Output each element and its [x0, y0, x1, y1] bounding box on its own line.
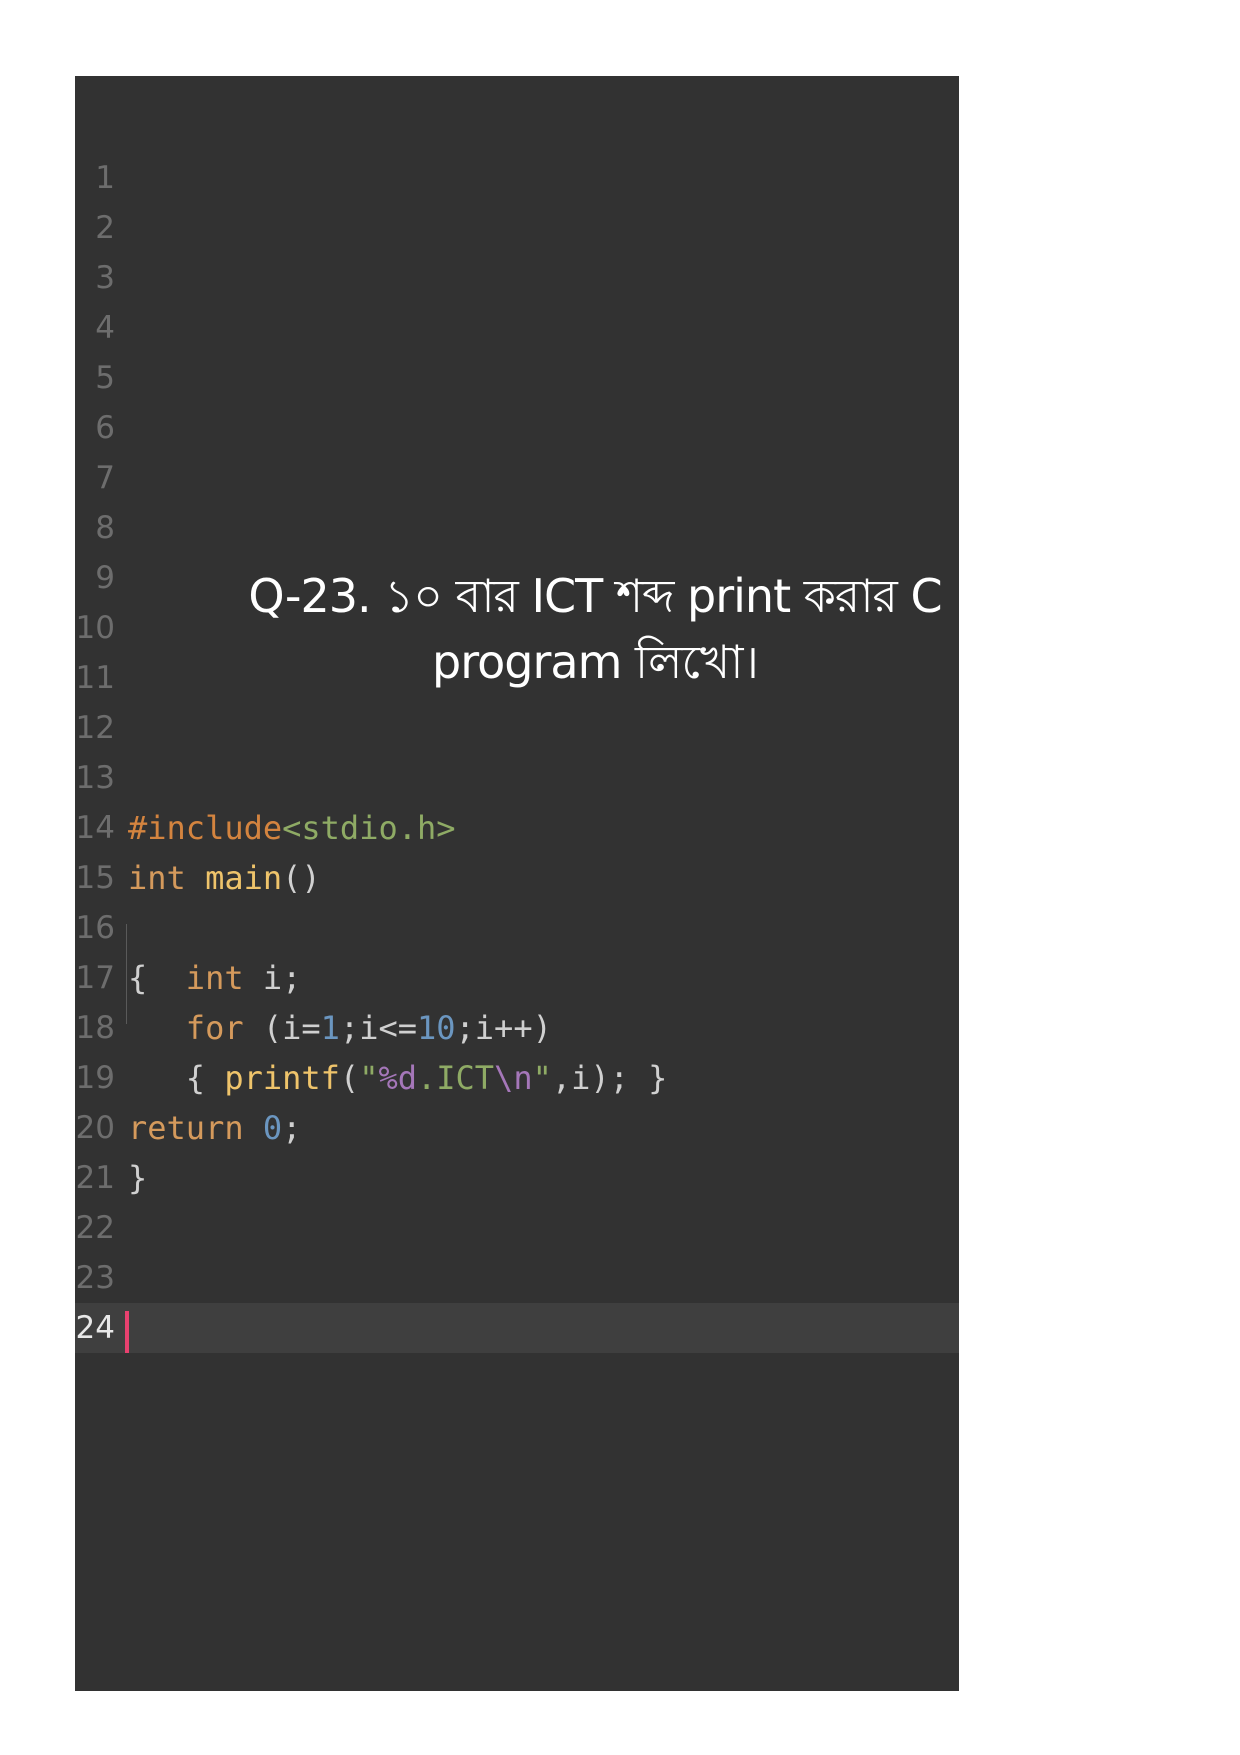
editor-line: 16 [75, 903, 959, 953]
brace-token: } [128, 1159, 148, 1197]
type-token: int [128, 859, 186, 897]
line-number: 14 [75, 810, 115, 846]
punctuation-token: ( [339, 1059, 360, 1097]
punctuation-token: ,i); [551, 1059, 629, 1097]
editor-line: 18 for (i=1;i<=10;i++) [75, 1003, 959, 1053]
editor-line: 7 [75, 453, 959, 503]
editor-line: 17 { int i; [75, 953, 959, 1003]
punctuation-token: (i= [262, 1009, 321, 1047]
line-number: 3 [95, 260, 115, 296]
line-number: 6 [95, 410, 115, 446]
editor-line: 12 [75, 703, 959, 753]
editor-line: 20 return 0; [75, 1103, 959, 1153]
line-number: 4 [95, 310, 115, 346]
editor-line: 15 int main() [75, 853, 959, 903]
editor-line: 22 [75, 1203, 959, 1253]
editor-line: 3 [75, 253, 959, 303]
question-title: Q-23. ১০ বার ICT শব্দ print করার C progr… [205, 563, 959, 695]
punctuation-token: ; [282, 1109, 302, 1147]
code-closing-brace: } [128, 1153, 147, 1203]
line-number: 20 [75, 1110, 115, 1146]
editor-line: 14 #include<stdio.h> [75, 803, 959, 853]
editor-line: 2 [75, 203, 959, 253]
preprocessor-token: #include [128, 809, 283, 847]
line-number: 8 [95, 510, 115, 546]
line-number: 10 [75, 610, 115, 646]
editor-line: 4 [75, 303, 959, 353]
line-number: 16 [75, 910, 115, 946]
editor-line: 13 [75, 753, 959, 803]
line-number: 18 [75, 1010, 115, 1046]
line-number: 13 [75, 760, 115, 796]
code-editor[interactable]: 1 2 3 4 5 6 7 8 9 10 11 12 13 14 #includ… [75, 76, 959, 1691]
identifier-token: i; [262, 959, 302, 997]
string-quote-token: " [359, 1059, 379, 1097]
line-number: 19 [75, 1060, 115, 1096]
line-number: 17 [75, 960, 115, 996]
line-number: 1 [95, 160, 115, 196]
editor-line: 1 [75, 153, 959, 203]
editor-line: 23 [75, 1253, 959, 1303]
editor-line: 6 [75, 403, 959, 453]
punctuation-token: ;i++) [455, 1009, 552, 1047]
line-number: 23 [75, 1260, 115, 1296]
code-main-declaration: int main() [128, 853, 321, 903]
editor-line: 5 [75, 353, 959, 403]
header-token: <stdio.h> [282, 809, 456, 847]
string-quote-token: " [532, 1059, 552, 1097]
brace-token: { [185, 1059, 206, 1097]
punctuation-token: ;i<= [339, 1009, 417, 1047]
keyword-token: return [128, 1109, 244, 1147]
line-number: 15 [75, 860, 115, 896]
type-token: int [185, 959, 244, 997]
code-include-directive: #include<stdio.h> [128, 803, 456, 853]
code-for-loop: for (i=1;i<=10;i++) [128, 1003, 552, 1053]
text-cursor [125, 1311, 129, 1353]
escape-token: \n [494, 1059, 533, 1097]
active-editor-line[interactable]: 24 [75, 1303, 959, 1353]
line-number: 7 [95, 460, 115, 496]
line-number: 9 [95, 560, 115, 596]
number-token: 10 [416, 1009, 456, 1047]
function-token: main [205, 859, 283, 897]
code-return-statement: return 0; [128, 1103, 301, 1153]
question-title-line-1: Q-23. ১০ বার ICT শব্দ print করার C [248, 569, 942, 623]
active-line-number: 24 [75, 1310, 115, 1346]
number-token: 1 [320, 1009, 340, 1047]
line-number: 2 [95, 210, 115, 246]
code-printf-statement: { printf("%d.ICT\n",i); } [128, 1053, 668, 1103]
number-token: 0 [262, 1109, 283, 1147]
function-token: printf [224, 1059, 340, 1097]
line-number: 22 [75, 1210, 115, 1246]
line-number: 21 [75, 1160, 115, 1196]
question-title-line-2: program লিখো। [432, 635, 759, 689]
line-number: 12 [75, 710, 115, 746]
keyword-token: for [185, 1009, 244, 1047]
brace-token: { [128, 959, 148, 997]
brace-token: } [648, 1059, 668, 1097]
line-number: 11 [75, 660, 115, 696]
editor-line: 21 } [75, 1153, 959, 1203]
line-number: 5 [95, 360, 115, 396]
code-var-declaration: { int i; [128, 953, 301, 1003]
indent-guide [126, 924, 127, 1024]
punctuation-token: () [282, 859, 321, 897]
string-token: .ICT [416, 1059, 495, 1097]
editor-line: 8 [75, 503, 959, 553]
editor-line: 19 { printf("%d.ICT\n",i); } [75, 1053, 959, 1103]
format-specifier-token: %d [378, 1059, 417, 1097]
